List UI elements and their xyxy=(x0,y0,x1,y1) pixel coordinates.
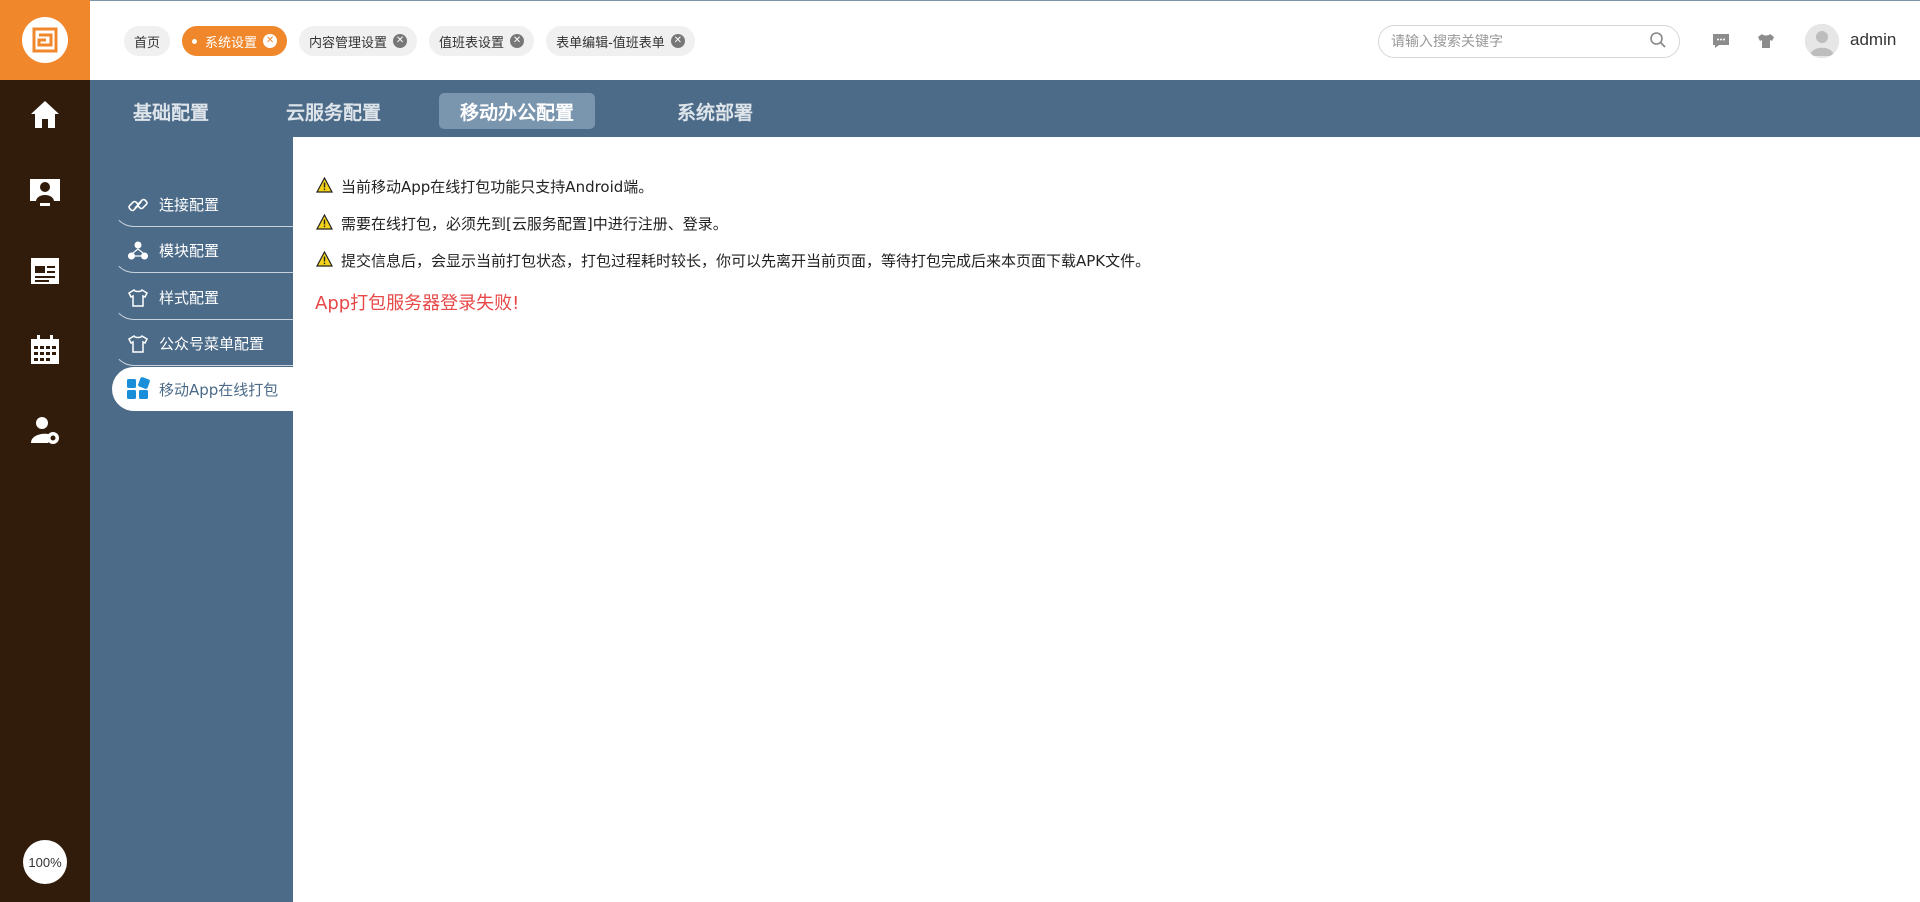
search-box xyxy=(1378,25,1680,58)
config-tabs: 基础配置 云服务配置 移动办公配置 系统部署 xyxy=(90,80,1920,137)
tag-label: 值班表设置 xyxy=(439,35,505,51)
notice-line: 提交信息后，会显示当前打包状态，打包过程耗时较长，你可以先离开当前页面，等待打包… xyxy=(315,250,1151,271)
apps-grid-icon xyxy=(125,376,151,402)
sidebar-item-wechat-menu[interactable]: 公众号菜单配置 xyxy=(112,322,293,366)
page-tags: 首页 系统设置 ✕ 内容管理设置 ✕ 值班表设置 ✕ 表单编辑-值班表单 ✕ xyxy=(124,26,695,56)
notice-text: 提交信息后，会显示当前打包状态，打包过程耗时较长，你可以先离开当前页面，等待打包… xyxy=(341,252,1151,270)
theme-shirt-icon[interactable] xyxy=(1755,30,1777,52)
warning-icon xyxy=(315,176,334,197)
tag-label: 首页 xyxy=(134,35,161,51)
sidebar-item-label: 公众号菜单配置 xyxy=(159,335,265,353)
error-message: App打包服务器登录失败! xyxy=(315,293,520,314)
notice-text: 当前移动App在线打包功能只支持Android端。 xyxy=(341,178,654,196)
message-icon[interactable] xyxy=(1710,30,1732,52)
top-bar: 首页 系统设置 ✕ 内容管理设置 ✕ 值班表设置 ✕ 表单编辑-值班表单 ✕ 请… xyxy=(90,0,1920,80)
user-settings-icon[interactable] xyxy=(27,412,63,448)
shirt-icon xyxy=(125,331,151,357)
sidebar-menu: 连接配置 模块配置 样式配置 公众号菜单配置 移动App在线打包 xyxy=(90,137,293,902)
logo-icon xyxy=(22,17,68,63)
tag-system-settings[interactable]: 系统设置 ✕ xyxy=(182,26,288,56)
notice-line: 当前移动App在线打包功能只支持Android端。 xyxy=(315,176,654,197)
tag-content-settings[interactable]: 内容管理设置 ✕ xyxy=(299,26,418,56)
shirt-icon xyxy=(125,285,151,311)
user-monitor-icon[interactable] xyxy=(27,174,63,210)
active-dot-icon xyxy=(192,38,198,44)
zoom-level[interactable]: 100% xyxy=(23,840,67,884)
sidebar-item-app-packaging[interactable]: 移动App在线打包 xyxy=(112,367,293,411)
sidebar-item-label: 连接配置 xyxy=(159,196,220,214)
tag-label: 系统设置 xyxy=(205,35,258,51)
user-name[interactable]: admin xyxy=(1850,30,1896,50)
avatar[interactable] xyxy=(1805,24,1839,58)
search-icon[interactable] xyxy=(1649,31,1667,53)
close-icon[interactable]: ✕ xyxy=(670,34,685,48)
tag-form-edit[interactable]: 表单编辑-值班表单 ✕ xyxy=(546,26,695,56)
notice-text: 需要在线打包，必须先到[云服务配置]中进行注册、登录。 xyxy=(341,215,728,233)
tab-cloud-config[interactable]: 云服务配置 xyxy=(265,93,402,129)
tab-system-deploy[interactable]: 系统部署 xyxy=(656,93,774,129)
close-icon[interactable]: ✕ xyxy=(393,34,408,48)
newspaper-icon[interactable] xyxy=(27,253,63,289)
tag-label: 内容管理设置 xyxy=(309,35,388,51)
notice-line: 需要在线打包，必须先到[云服务配置]中进行注册、登录。 xyxy=(315,213,728,234)
sidebar-item-modules[interactable]: 模块配置 xyxy=(112,229,293,273)
tab-basic-config[interactable]: 基础配置 xyxy=(112,93,230,129)
link-icon xyxy=(125,192,151,218)
home-icon[interactable] xyxy=(27,96,63,132)
modules-icon xyxy=(125,238,151,264)
tag-duty-settings[interactable]: 值班表设置 ✕ xyxy=(429,26,535,56)
tag-home[interactable]: 首页 xyxy=(124,26,171,56)
close-icon[interactable]: ✕ xyxy=(510,34,525,48)
sidebar-item-label: 模块配置 xyxy=(159,242,220,260)
left-rail: 100% xyxy=(0,0,90,902)
warning-icon xyxy=(315,250,334,271)
warning-icon xyxy=(315,213,334,234)
tag-label: 表单编辑-值班表单 xyxy=(556,35,665,51)
sidebar-item-label: 样式配置 xyxy=(159,289,220,307)
sidebar-item-label: 移动App在线打包 xyxy=(159,380,279,399)
main-content: 当前移动App在线打包功能只支持Android端。 需要在线打包，必须先到[云服… xyxy=(293,137,1920,902)
app-logo[interactable] xyxy=(0,0,90,80)
search-input[interactable] xyxy=(1391,33,1649,50)
sidebar-item-style[interactable]: 样式配置 xyxy=(112,276,293,320)
close-icon[interactable]: ✕ xyxy=(263,34,278,48)
tab-mobile-office-config[interactable]: 移动办公配置 xyxy=(439,93,596,129)
sidebar-item-connection[interactable]: 连接配置 xyxy=(112,183,293,227)
calendar-icon[interactable] xyxy=(27,332,63,368)
